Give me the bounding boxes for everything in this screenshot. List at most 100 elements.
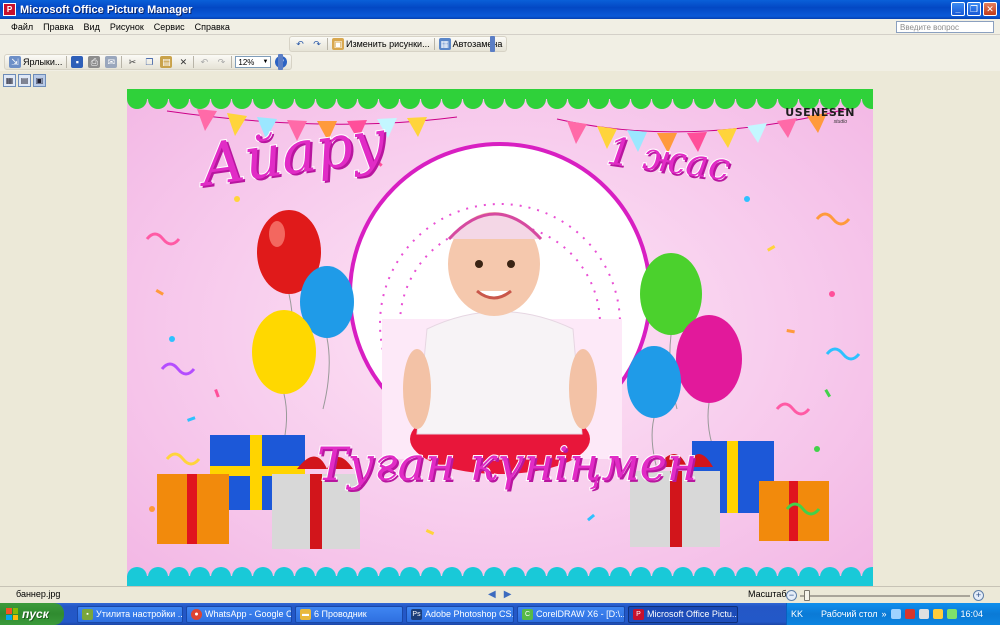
utility-icon: ▪: [82, 608, 93, 620]
filmstrip-view-button[interactable]: ▤: [18, 73, 31, 87]
edit-picture-icon: ▣: [332, 38, 344, 50]
windows-logo-icon: [6, 608, 18, 620]
menu-picture[interactable]: Рисунок: [105, 22, 149, 32]
taskbar-item-photoshop[interactable]: Ps Adobe Photoshop CS...: [406, 605, 514, 623]
volume-icon[interactable]: [918, 609, 929, 619]
email-button[interactable]: ✉: [104, 55, 118, 69]
menu-view[interactable]: Вид: [79, 22, 105, 32]
toolbar-separator: [66, 56, 68, 68]
taskbar-item-label: CorelDRAW X6 - [D:\...: [536, 609, 625, 619]
save-icon: ▪: [71, 56, 84, 68]
standard-toolbar-group: ⇲ Ярлыки... ▪ ⎙ ✉ ✂ ❐ ▤ ✕ ↶ ↷ 12% ▼ ?: [4, 54, 293, 70]
desktop-toolbar-label[interactable]: Рабочий стол: [821, 609, 878, 619]
toolbar-separator: [327, 38, 328, 50]
zoom-in-icon[interactable]: +: [973, 590, 984, 601]
chrome-icon: ●: [191, 608, 202, 620]
taskbar-item-settings-utility[interactable]: ▪ Утилита настройки ...: [77, 605, 183, 623]
toolbar-separator: [433, 38, 435, 50]
network-icon[interactable]: [890, 609, 901, 619]
clock[interactable]: 16:04: [961, 609, 984, 619]
system-tray: KK Рабочий стол » 16:04: [786, 603, 1000, 625]
delete-icon: ✕: [179, 57, 188, 67]
zoom-slider-track[interactable]: [800, 595, 970, 597]
print-icon: ⎙: [88, 56, 101, 68]
menu-tools[interactable]: Сервис: [149, 22, 190, 32]
taskbar-item-label: WhatsApp - Google C...: [205, 609, 292, 619]
help-search-input[interactable]: Введите вопрос: [896, 21, 994, 33]
minimize-button[interactable]: _: [951, 2, 965, 16]
rotate-left-icon: ↶: [296, 39, 304, 49]
coreldraw-icon: C: [522, 608, 533, 620]
copy-icon: ❐: [145, 57, 154, 67]
restore-button[interactable]: ❐: [967, 2, 981, 16]
single-picture-view-button[interactable]: ▣: [33, 73, 46, 87]
birthday-banner-image: USENESEN studio Айару 1 жас Туған күніңм…: [127, 89, 873, 586]
single-picture-view-icon: ▣: [35, 75, 44, 85]
menu-bar: Файл Правка Вид Рисунок Сервис Справка В…: [0, 19, 1000, 35]
delete-button[interactable]: ✕: [176, 55, 190, 69]
taskbar-item-explorer[interactable]: ▬ 6 Проводник: [295, 605, 403, 623]
studio-brand-sub: studio: [833, 119, 847, 125]
filmstrip-view-icon: ▤: [20, 75, 29, 85]
zoom-slider[interactable]: − +: [786, 590, 984, 601]
picture-manager-icon: P: [3, 3, 16, 16]
update-icon[interactable]: [932, 609, 943, 619]
thumbnail-view-button[interactable]: ▦: [3, 73, 16, 87]
toolbar-options-grip[interactable]: [278, 54, 283, 70]
shortcuts-label: Ярлыки...: [23, 57, 63, 67]
toolbar-separator: [231, 56, 233, 68]
print-button[interactable]: ⎙: [87, 55, 101, 69]
autocorrect-icon: ▦: [438, 38, 451, 50]
zoom-slider-thumb[interactable]: [804, 590, 810, 601]
taskbar-item-coreldraw[interactable]: C CorelDRAW X6 - [D:\...: [517, 605, 625, 623]
menu-file[interactable]: Файл: [6, 22, 38, 32]
redo-button[interactable]: ↷: [214, 55, 228, 69]
previous-picture-button[interactable]: ◀: [488, 589, 496, 600]
undo-button[interactable]: ↶: [197, 55, 211, 69]
zoom-label: Масштаб:: [748, 589, 790, 599]
start-button[interactable]: пуск: [0, 603, 64, 625]
picture-canvas[interactable]: USENESEN studio Айару 1 жас Туған күніңм…: [0, 89, 1000, 586]
save-button[interactable]: ▪: [70, 55, 84, 69]
language-indicator[interactable]: KK: [791, 609, 803, 619]
zoom-select[interactable]: 12% ▼: [235, 56, 272, 68]
shortcuts-button[interactable]: ⇲ Ярлыки...: [8, 55, 63, 69]
cut-button[interactable]: ✂: [125, 55, 139, 69]
taskbar-item-label: Утилита настройки ...: [96, 609, 183, 619]
rotate-right-button[interactable]: ↷: [310, 37, 324, 51]
scissors-icon: ✂: [128, 57, 137, 67]
picture-manager-window: P Microsoft Office Picture Manager _ ❐ ✕…: [0, 0, 1000, 625]
close-button[interactable]: ✕: [983, 2, 997, 16]
picture-navigation: ◀ ▶: [488, 589, 511, 600]
paste-button[interactable]: ▤: [159, 55, 173, 69]
title-bar[interactable]: P Microsoft Office Picture Manager _ ❐ ✕: [0, 0, 1000, 19]
desktop-toolbar-chevron-icon[interactable]: »: [882, 609, 887, 619]
signal-icon[interactable]: [946, 609, 957, 619]
security-icon[interactable]: [904, 609, 915, 619]
rotate-left-button[interactable]: ↶: [293, 37, 307, 51]
taskbar-item-label: 6 Проводник: [314, 609, 367, 619]
taskbar-item-label: Microsoft Office Pictu...: [647, 609, 738, 619]
status-bar: баннер.jpg ◀ ▶ Масштаб: − +: [0, 586, 1000, 603]
toolbar-separator: [121, 56, 123, 68]
chevron-down-icon: ▼: [262, 59, 269, 65]
taskbar-item-whatsapp-chrome[interactable]: ● WhatsApp - Google C...: [186, 605, 292, 623]
copy-button[interactable]: ❐: [142, 55, 156, 69]
view-mode-bar: ▦ ▤ ▣: [0, 71, 1000, 89]
edit-pictures-button[interactable]: ▣ Изменить рисунки...: [331, 37, 431, 51]
toolbar-options-grip[interactable]: [490, 36, 495, 52]
toolbar-separator: [193, 56, 195, 68]
banner-birthday-text: Туған күніңмен: [316, 436, 698, 492]
studio-brand: USENESEN: [785, 106, 855, 119]
taskbar-item-label: Adobe Photoshop CS...: [425, 609, 514, 619]
edit-pictures-label: Изменить рисунки...: [346, 39, 430, 49]
window-title: Microsoft Office Picture Manager: [20, 3, 193, 16]
menu-help[interactable]: Справка: [190, 22, 235, 32]
next-picture-button[interactable]: ▶: [504, 589, 512, 600]
taskbar-item-picture-manager[interactable]: P Microsoft Office Pictu...: [628, 605, 738, 623]
status-file-name: баннер.jpg: [16, 589, 61, 599]
thumbnail-view-icon: ▦: [5, 75, 14, 85]
zoom-out-icon[interactable]: −: [786, 590, 797, 601]
menu-edit[interactable]: Правка: [38, 22, 78, 32]
zoom-select-value: 12%: [238, 57, 255, 67]
